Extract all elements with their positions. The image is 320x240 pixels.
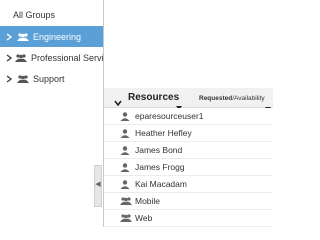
group-label: Professional Services (31, 52, 103, 63)
resource-item[interactable]: eparesourceuser1 (104, 108, 273, 125)
chevron-left-icon: ◀ (95, 181, 101, 188)
group-label: Support (33, 73, 65, 84)
resource-label: Mobile (135, 196, 161, 206)
resource-item[interactable]: James Bond (104, 142, 273, 159)
chevron-right-icon[interactable] (6, 74, 14, 83)
user-icon (120, 162, 130, 172)
resource-label: James Bond (135, 145, 183, 155)
group-item-support[interactable]: Support (0, 68, 103, 89)
user-icon (120, 179, 130, 189)
all-groups-item[interactable]: All Groups (13, 10, 55, 20)
group-label: Engineering (33, 31, 82, 42)
user-icon (120, 111, 130, 121)
resources-title[interactable]: Resources (128, 92, 179, 103)
resource-label: eparesourceuser1 (135, 111, 204, 121)
resource-label: James Frogg (135, 162, 185, 172)
resource-item[interactable]: Mobile (104, 193, 273, 210)
requested-label: Requested (199, 95, 233, 102)
group-icon (120, 213, 132, 223)
resource-item[interactable]: Kai Macadam (104, 176, 273, 193)
resource-label: Heather Hefley (135, 128, 192, 138)
group-icon (17, 74, 29, 83)
resource-label: Web (135, 213, 153, 223)
panel-collapse-handle[interactable]: ◀ (94, 165, 102, 207)
requested-availability-selector[interactable]: Requested/Availability (199, 95, 265, 102)
resource-item[interactable]: James Frogg (104, 159, 273, 176)
group-item-professional-services[interactable]: Professional Services (0, 47, 103, 68)
group-icon (15, 53, 27, 62)
chevron-right-icon[interactable] (6, 53, 12, 62)
user-icon (120, 145, 130, 155)
group-icon (17, 32, 29, 41)
user-icon (120, 128, 130, 138)
availability-label: /Availability (232, 95, 265, 102)
resource-item[interactable]: Heather Hefley (104, 125, 273, 142)
group-icon (120, 196, 132, 206)
resource-item[interactable]: Web (104, 210, 273, 227)
group-item-engineering[interactable]: Engineering (0, 26, 103, 47)
groups-panel: All Groups Engineering Professional Serv… (0, 0, 103, 227)
chevron-right-icon[interactable] (6, 32, 14, 41)
resource-label: Kai Macadam (135, 179, 187, 189)
